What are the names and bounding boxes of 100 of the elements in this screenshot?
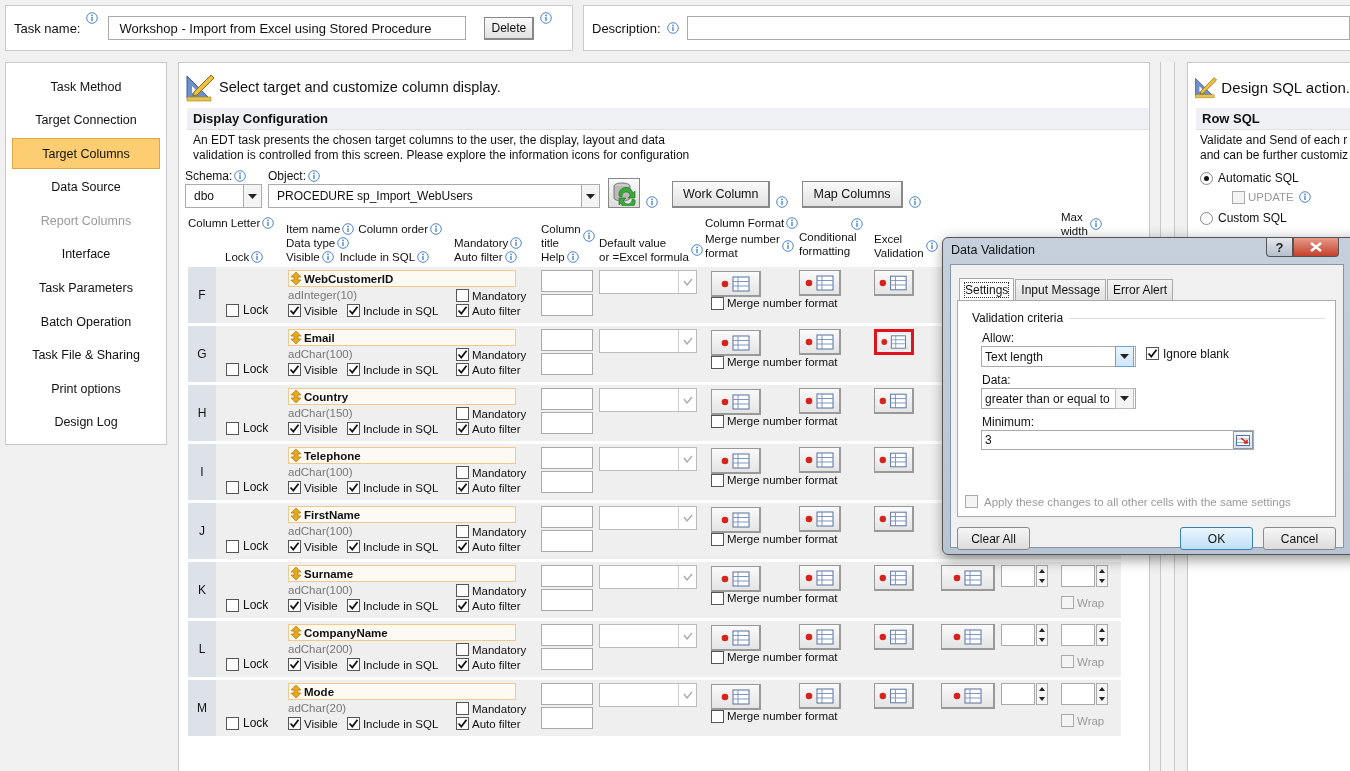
checkbox-label: Auto filter <box>472 481 521 494</box>
radio-label: Automatic SQL <box>1218 171 1299 185</box>
data-type: adChar(200) <box>288 642 354 657</box>
checkbox-label: Include in SQL <box>362 481 439 494</box>
field-label: Description: <box>592 20 661 36</box>
column-header: Column order <box>358 222 428 236</box>
checkbox-label: Visible <box>304 540 338 553</box>
checkbox-label: Auto filter <box>472 658 521 671</box>
column-header: Include in SQL <box>339 250 416 264</box>
field-label: Object: <box>268 169 306 183</box>
checkbox-label: Merge number format <box>727 592 838 604</box>
checkbox-label: Auto filter <box>472 304 521 317</box>
column-header: Visible <box>286 250 320 264</box>
checkbox-label: Include in SQL <box>362 422 439 435</box>
checkbox-label: Merge number format <box>727 356 838 368</box>
column-header: Column Format <box>705 216 785 230</box>
column-letter: H <box>188 385 216 441</box>
checkbox-label: Mandatory <box>472 466 527 479</box>
column-header: Item name <box>286 222 341 236</box>
dialog-title: Data Validation <box>951 243 1035 257</box>
column-letter: L <box>188 621 216 677</box>
checkbox-label: Mandatory <box>472 348 527 361</box>
checkbox-label: Lock <box>243 539 269 553</box>
panel-heading: Design SQL action. <box>1221 78 1350 96</box>
checkbox-label: Lock <box>243 303 269 317</box>
checkbox-label: Merge number format <box>727 533 838 545</box>
data-type: adChar(20) <box>288 701 348 716</box>
section-header: Display Configuration <box>187 108 1149 130</box>
checkbox-label: Apply these changes to all other cells with the same settings <box>984 495 1291 508</box>
column-header: Excel Validation <box>874 232 924 260</box>
checkbox-label: Lock <box>243 598 269 612</box>
field-label: Schema: <box>185 169 233 183</box>
checkbox-label: Include in SQL <box>362 599 439 612</box>
checkbox-label: Include in SQL <box>362 658 439 671</box>
checkbox-label: Include in SQL <box>362 540 439 553</box>
checkbox-label: Visible <box>304 599 338 612</box>
checkbox-label: Visible <box>304 304 338 317</box>
group-title: Validation criteria <box>972 311 1064 325</box>
column-header: Column title <box>541 222 581 250</box>
checkbox-label: Visible <box>304 481 338 494</box>
data-type: adChar(100) <box>288 465 354 480</box>
intro-text: Validate and Send of each r and can be further customiz <box>1199 132 1350 164</box>
checkbox-label: Mandatory <box>472 407 527 420</box>
field-label: Allow: <box>982 331 1015 345</box>
checkbox-label: Include in SQL <box>362 304 439 317</box>
checkbox-label: Visible <box>304 717 338 730</box>
column-header: Data type <box>286 236 336 250</box>
checkbox-label: Auto filter <box>472 422 521 435</box>
checkbox-label: Lock <box>243 657 269 671</box>
column-letter: M <box>188 680 216 736</box>
checkbox-label: Merge number format <box>727 710 838 722</box>
checkbox-label: Merge number format <box>727 297 838 309</box>
checkbox-label: Auto filter <box>472 717 521 730</box>
column-header: Max width <box>1061 210 1088 238</box>
column-header: Help <box>541 250 565 264</box>
checkbox-label: Visible <box>304 422 338 435</box>
panel-heading: Select target and customize column display. <box>219 79 501 95</box>
column-letter: K <box>188 562 216 618</box>
checkbox-label: Visible <box>304 363 338 376</box>
data-type: adChar(100) <box>288 524 354 539</box>
checkbox-label: Mandatory <box>472 702 527 715</box>
checkbox-label: Lock <box>243 362 269 376</box>
column-letter: G <box>188 326 216 382</box>
checkbox-label: Merge number format <box>727 651 838 663</box>
checkbox-label: Auto filter <box>472 363 521 376</box>
checkbox-label: Ignore blank <box>1163 346 1230 361</box>
checkbox-label: Include in SQL <box>362 363 439 376</box>
radio-label: Custom SQL <box>1218 211 1287 225</box>
section-header: Row SQL <box>1196 108 1350 130</box>
checkbox-label: Merge number format <box>727 474 838 486</box>
checkbox-label: Mandatory <box>472 289 527 302</box>
checkbox-label: Include in SQL <box>362 717 439 730</box>
column-letter: J <box>188 503 216 559</box>
column-header: Lock <box>225 250 250 264</box>
checkbox-label: Wrap <box>1077 714 1105 727</box>
checkbox-label: UPDATE <box>1248 191 1294 203</box>
checkbox-label: Mandatory <box>472 643 527 656</box>
data-type: adChar(100) <box>288 583 354 598</box>
checkbox-label: Wrap <box>1077 655 1105 668</box>
field-label: Data: <box>982 373 1012 387</box>
column-header: Mandatory <box>454 236 509 250</box>
column-letter: I <box>188 444 216 500</box>
field-label: Task name: <box>14 20 81 36</box>
column-header: Default value or =Excel formula <box>599 236 689 264</box>
checkbox-label: Mandatory <box>472 584 527 597</box>
checkbox-label: Lock <box>243 480 269 494</box>
data-type: adChar(150) <box>288 406 354 421</box>
checkbox-label: Visible <box>304 658 338 671</box>
checkbox-label: Merge number format <box>727 415 838 427</box>
checkbox-label: Mandatory <box>472 525 527 538</box>
checkbox-label: Lock <box>243 716 269 730</box>
checkbox-label: Auto filter <box>472 599 521 612</box>
column-letter: F <box>188 267 216 323</box>
data-type: adChar(100) <box>288 347 354 362</box>
data-type: adInteger(10) <box>288 288 359 303</box>
checkbox-label: Lock <box>243 421 269 435</box>
intro-text: An EDT task presents the chosen target columns to the user, the display, layout and data validation is controlled from this screen. Please explore the information icons for configuration <box>192 132 691 161</box>
column-header: Auto filter <box>454 250 503 264</box>
field-label: Minimum: <box>982 415 1035 429</box>
column-header: Merge number format <box>705 232 780 260</box>
